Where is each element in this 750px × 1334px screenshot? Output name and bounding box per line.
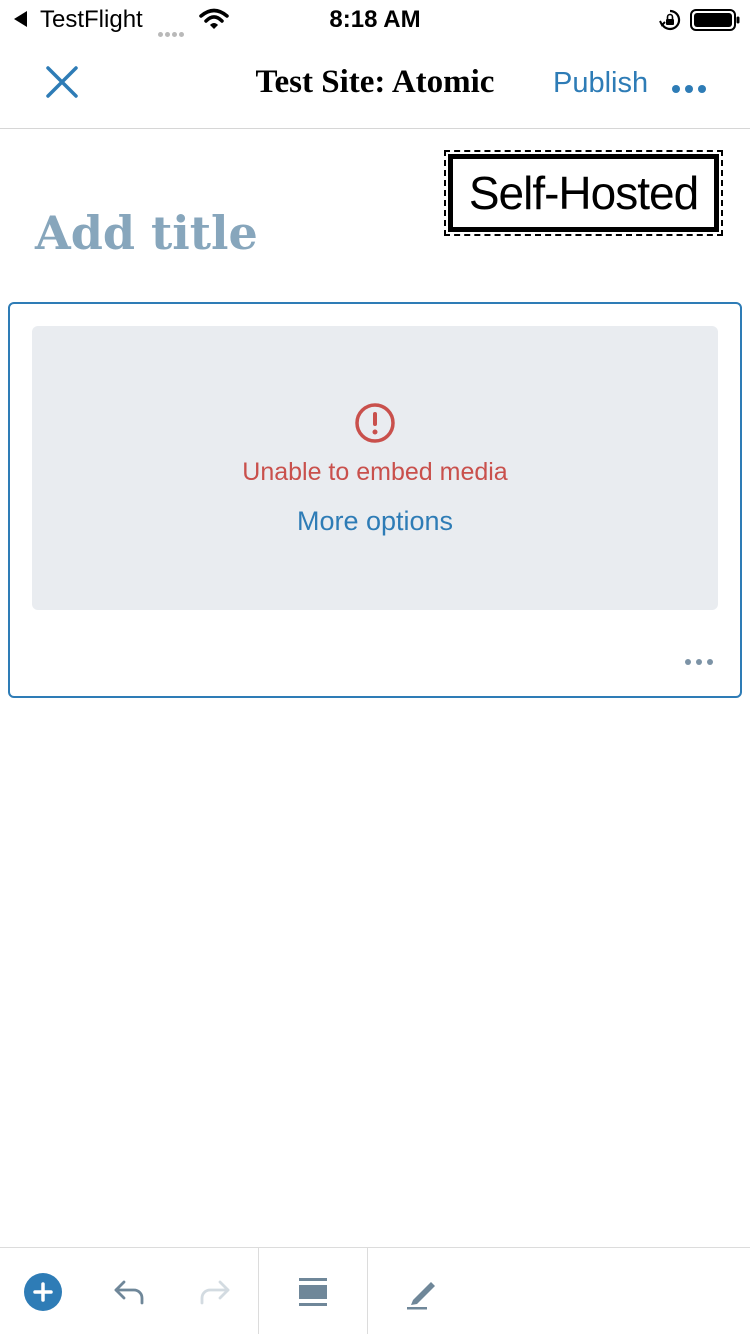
block-more-icon[interactable] [685,652,719,665]
more-horizontal-icon[interactable] [672,80,716,93]
close-button[interactable] [38,58,86,106]
self-hosted-stamp: Self-Hosted [444,150,723,236]
toolbar-divider [258,1248,259,1334]
redo-icon [200,1280,230,1304]
orientation-lock-icon [659,9,681,31]
status-bar: TestFlight 8:18 AM [0,0,750,40]
add-block-icon [24,1272,62,1311]
status-time: 8:18 AM [329,6,421,33]
block-navigation-button[interactable] [288,1248,338,1334]
add-block-button[interactable] [18,1248,68,1334]
close-icon [46,66,78,98]
editor-header: Test Site: Atomic Publish [0,40,750,129]
undo-icon [114,1280,144,1304]
redo-button[interactable] [190,1248,240,1334]
embed-placeholder: Unable to embed media More options [32,326,718,610]
warning-circle-icon [355,403,395,443]
edit-icon [407,1281,435,1309]
site-title: Test Site: Atomic [255,64,495,100]
post-title-input[interactable]: Add title [35,206,258,260]
edit-button[interactable] [396,1248,446,1334]
toolbar-divider [367,1248,368,1334]
embed-error-text: Unable to embed media [242,458,508,486]
more-options-button[interactable]: More options [32,506,718,537]
block-navigation-icon [299,1277,327,1306]
embed-block[interactable]: Unable to embed media More options [8,302,742,698]
battery-icon [690,9,740,31]
stamp-text: Self-Hosted [468,167,699,219]
publish-button[interactable]: Publish [553,67,648,100]
bottom-toolbar [0,1247,750,1334]
undo-button[interactable] [104,1248,154,1334]
